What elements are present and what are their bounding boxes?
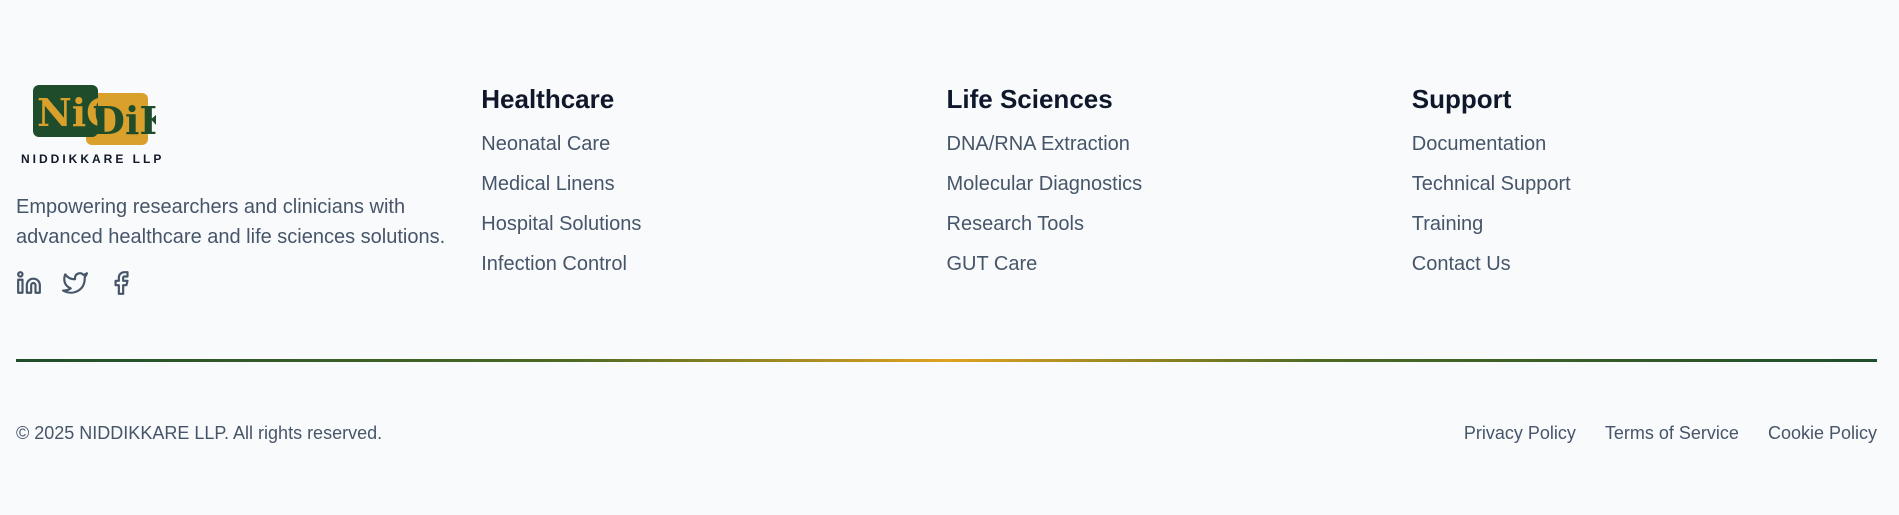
brand-description: Empowering researchers and clinicians wi…: [16, 196, 446, 248]
brand-column: NiC DiK NIDDIKKARE LLP Empowering resear…: [16, 82, 481, 296]
footer-link[interactable]: Research Tools: [947, 212, 1412, 236]
footer-link[interactable]: GUT Care: [947, 252, 1412, 276]
life-sciences-column: Life Sciences DNA/RNA Extraction Molecul…: [947, 82, 1412, 296]
life-sciences-links: DNA/RNA Extraction Molecular Diagnostics…: [947, 132, 1412, 276]
copyright-text: © 2025 NIDDIKKARE LLP. All rights reserv…: [16, 423, 383, 443]
healthcare-column: Healthcare Neonatal Care Medical Linens …: [481, 82, 946, 296]
footer-link[interactable]: Technical Support: [1412, 172, 1877, 196]
footer-link[interactable]: Neonatal Care: [481, 132, 946, 156]
footer-top: NiC DiK NIDDIKKARE LLP Empowering resear…: [16, 82, 1877, 296]
footer-link[interactable]: DNA/RNA Extraction: [947, 132, 1412, 156]
healthcare-links: Neonatal Care Medical Linens Hospital So…: [481, 132, 946, 276]
footer-bottom: © 2025 NIDDIKKARE LLP. All rights reserv…: [16, 423, 1877, 444]
footer-divider: [16, 359, 1877, 362]
column-title: Support: [1411, 84, 1512, 114]
site-footer: NiC DiK NIDDIKKARE LLP Empowering resear…: [0, 0, 1899, 515]
logo-wordmark: NIDDIKKARE LLP: [21, 152, 165, 166]
column-title: Life Sciences: [946, 84, 1113, 114]
facebook-icon[interactable]: [108, 270, 134, 296]
support-links: Documentation Technical Support Training…: [1412, 132, 1877, 276]
logo[interactable]: NiC DiK NIDDIKKARE LLP: [16, 82, 166, 166]
support-column: Support Documentation Technical Support …: [1412, 82, 1877, 296]
privacy-policy-link[interactable]: Privacy Policy: [1464, 423, 1576, 444]
cookie-policy-link[interactable]: Cookie Policy: [1768, 423, 1877, 444]
linkedin-icon[interactable]: [16, 270, 42, 296]
footer-link[interactable]: Documentation: [1412, 132, 1877, 156]
footer-link[interactable]: Training: [1412, 212, 1877, 236]
legal-links: Privacy Policy Terms of Service Cookie P…: [1464, 423, 1877, 444]
twitter-icon[interactable]: [62, 270, 88, 296]
footer-link[interactable]: Molecular Diagnostics: [947, 172, 1412, 196]
footer-link[interactable]: Hospital Solutions: [481, 212, 946, 236]
footer-link[interactable]: Medical Linens: [481, 172, 946, 196]
terms-of-service-link[interactable]: Terms of Service: [1605, 423, 1739, 444]
footer-link[interactable]: Infection Control: [481, 252, 946, 276]
social-links: [16, 270, 481, 296]
logo-mark: NiC DiK: [33, 85, 156, 145]
column-title: Healthcare: [481, 84, 615, 114]
footer-link[interactable]: Contact Us: [1412, 252, 1877, 276]
logo-accent-text: DiK: [92, 98, 156, 143]
